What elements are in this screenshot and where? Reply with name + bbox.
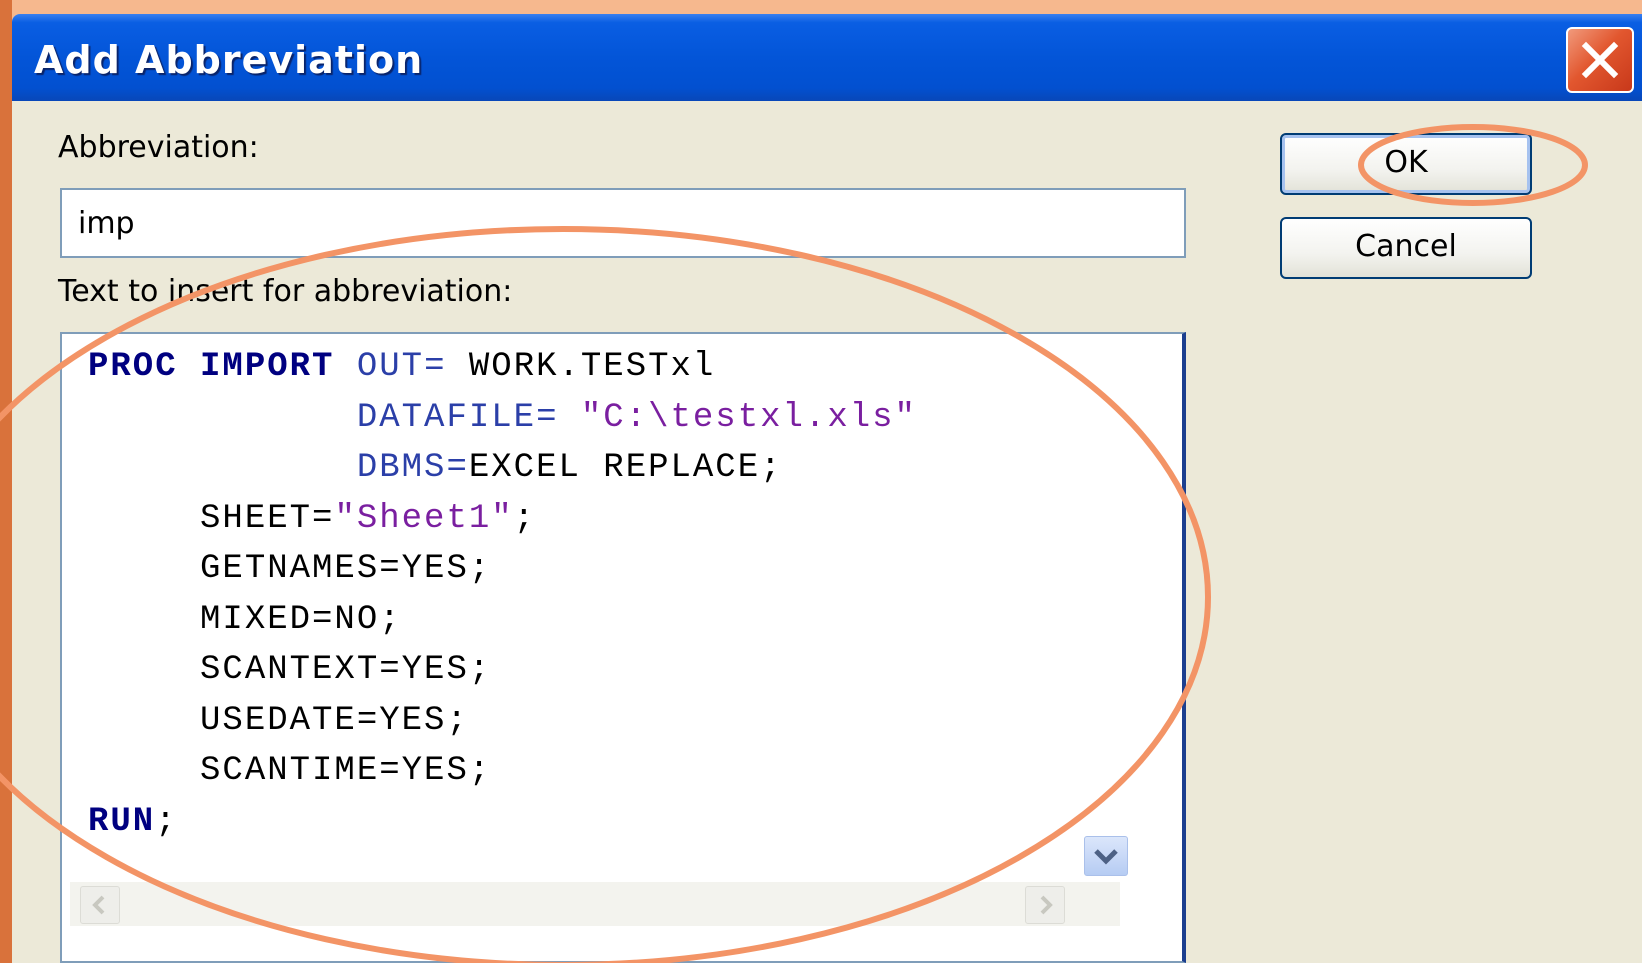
ok-button[interactable]: OK	[1280, 133, 1532, 195]
horizontal-scrollbar[interactable]	[70, 882, 1120, 926]
abbreviation-input[interactable]	[60, 188, 1186, 258]
code-line: GETNAMES=YES;	[88, 544, 917, 595]
code-token: ;	[513, 499, 537, 538]
abbreviation-label: Abbreviation:	[58, 130, 259, 165]
code-token: IMPORT	[200, 348, 335, 386]
text-to-insert-editor[interactable]: PROC IMPORT OUT= WORK.TESTxl DATAFILE= "…	[60, 332, 1186, 963]
add-abbreviation-dialog: Add Abbreviation Abbreviation: Text to i…	[12, 14, 1642, 963]
code-line: DBMS=EXCEL REPLACE;	[88, 443, 917, 494]
scroll-right-button[interactable]	[1025, 886, 1065, 924]
code-token: PROC	[88, 348, 178, 386]
chevron-down-icon	[1094, 849, 1118, 865]
code-token: OUT=	[356, 348, 447, 386]
code-line: SCANTEXT=YES;	[88, 645, 917, 696]
cancel-button[interactable]: Cancel	[1280, 217, 1532, 279]
code-token: EXCEL REPLACE;	[468, 449, 783, 487]
code-token: "Sheet1"	[334, 499, 514, 538]
code-line: RUN;	[88, 797, 917, 848]
code-line: DATAFILE= "C:\testxl.xls"	[88, 393, 917, 444]
code-token: WORK.TESTxl	[446, 348, 716, 386]
code-token: SHEET=	[88, 499, 335, 538]
chevron-right-icon	[1040, 895, 1053, 915]
code-text[interactable]: PROC IMPORT OUT= WORK.TESTxl DATAFILE= "…	[88, 342, 917, 847]
code-token: "C:\testxl.xls"	[580, 398, 917, 437]
code-token: SCANTEXT=YES;	[88, 651, 492, 689]
code-line: SHEET="Sheet1";	[88, 494, 917, 545]
scroll-down-button[interactable]	[1084, 836, 1128, 876]
code-line: SCANTIME=YES;	[88, 746, 917, 797]
dialog-title: Add Abbreviation	[34, 38, 424, 82]
code-token: DATAFILE=	[356, 398, 559, 437]
code-token: USEDATE=YES;	[88, 701, 469, 740]
text-to-insert-label: Text to insert for abbreviation:	[58, 274, 513, 309]
close-icon	[1581, 41, 1619, 79]
code-token: SCANTIME=YES;	[88, 752, 492, 790]
background-edge	[0, 0, 12, 963]
code-line: PROC IMPORT OUT= WORK.TESTxl	[88, 342, 917, 393]
code-token: GETNAMES=YES;	[88, 550, 492, 588]
code-token: ;	[155, 802, 178, 841]
code-token: RUN	[88, 802, 156, 841]
close-button[interactable]	[1566, 27, 1634, 93]
code-line: MIXED=NO;	[88, 595, 917, 646]
code-token: DBMS=	[356, 449, 469, 487]
code-line: USEDATE=YES;	[88, 696, 917, 747]
title-bar[interactable]: Add Abbreviation	[12, 14, 1642, 101]
chevron-left-icon	[92, 895, 105, 915]
code-token: MIXED=NO;	[88, 600, 402, 639]
scroll-left-button[interactable]	[80, 886, 120, 924]
